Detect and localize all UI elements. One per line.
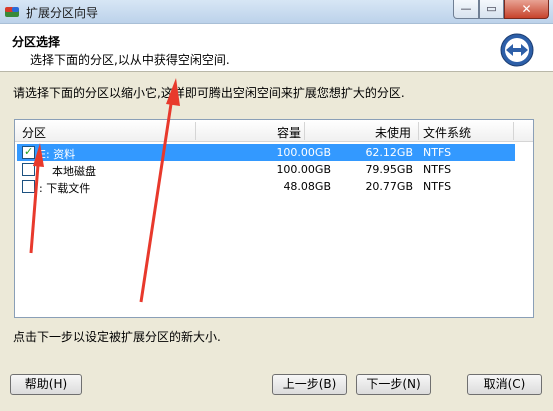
window-title: 扩展分区向导 xyxy=(26,6,99,20)
cancel-button[interactable]: 取消(C) xyxy=(467,374,542,395)
next-button[interactable]: 下一步(N) xyxy=(356,374,431,395)
title-bar: 扩展分区向导 — ▭ ✕ xyxy=(0,0,553,24)
maximize-icon: ▭ xyxy=(486,2,497,15)
minimize-button[interactable]: — xyxy=(453,0,479,19)
partition-capacity: 48.08GB xyxy=(283,180,331,193)
close-button[interactable]: ✕ xyxy=(504,0,549,19)
partition-unused: 79.95GB xyxy=(365,163,413,176)
list-header: 分区 容量 未使用 文件系统 xyxy=(15,120,533,142)
partition-filesystem: NTFS xyxy=(423,180,452,193)
partition-name: : 下载文件 xyxy=(39,182,91,195)
partition-capacity: 100.00GB xyxy=(276,146,331,159)
partition-list[interactable]: 分区 容量 未使用 文件系统 E: 资料 100.00GB 62.12GB NT… xyxy=(14,119,534,318)
partition-unused: 20.77GB xyxy=(365,180,413,193)
wizard-body: 请选择下面的分区以缩小它,这样即可腾出空闲空间来扩展您想扩大的分区. 分区 容量… xyxy=(0,71,553,411)
maximize-button[interactable]: ▭ xyxy=(479,0,504,19)
close-icon: ✕ xyxy=(521,2,532,16)
column-header-unused[interactable]: 未使用 xyxy=(375,124,411,141)
footer-hint: 点击下一步以设定被扩展分区的新大小. xyxy=(13,330,221,344)
partition-unused: 62.12GB xyxy=(365,146,413,159)
column-header-partition[interactable]: 分区 xyxy=(22,124,46,141)
wizard-extend-icon xyxy=(500,33,534,67)
instruction-text: 请选择下面的分区以缩小它,这样即可腾出空闲空间来扩展您想扩大的分区. xyxy=(13,86,405,100)
column-header-capacity[interactable]: 容量 xyxy=(277,124,301,141)
column-header-filesystem[interactable]: 文件系统 xyxy=(423,124,471,141)
table-row[interactable]: E: 资料 100.00GB 62.12GB NTFS xyxy=(17,144,515,161)
table-row[interactable]: : 下载文件 48.08GB 20.77GB NTFS xyxy=(17,178,515,195)
partition-filesystem: NTFS xyxy=(423,163,452,176)
partition-name: 本地磁盘 xyxy=(52,165,96,178)
back-button[interactable]: 上一步(B) xyxy=(272,374,347,395)
page-title: 分区选择 xyxy=(12,35,61,49)
partition-filesystem: NTFS xyxy=(423,146,452,159)
page-subtitle: 选择下面的分区,以从中获得空闲空间. xyxy=(30,53,230,67)
partition-name: E: 资料 xyxy=(39,148,76,161)
partition-capacity: 100.00GB xyxy=(276,163,331,176)
checkbox-checked-icon[interactable] xyxy=(22,145,35,159)
app-partition-icon xyxy=(4,4,20,20)
minimize-icon: — xyxy=(460,2,472,15)
help-button[interactable]: 帮助(H) xyxy=(10,374,82,395)
table-row[interactable]: 本地磁盘 100.00GB 79.95GB NTFS xyxy=(17,161,515,178)
wizard-header: 分区选择 选择下面的分区,以从中获得空闲空间. xyxy=(0,25,553,71)
checkbox[interactable] xyxy=(22,163,35,176)
checkbox[interactable] xyxy=(22,180,35,193)
